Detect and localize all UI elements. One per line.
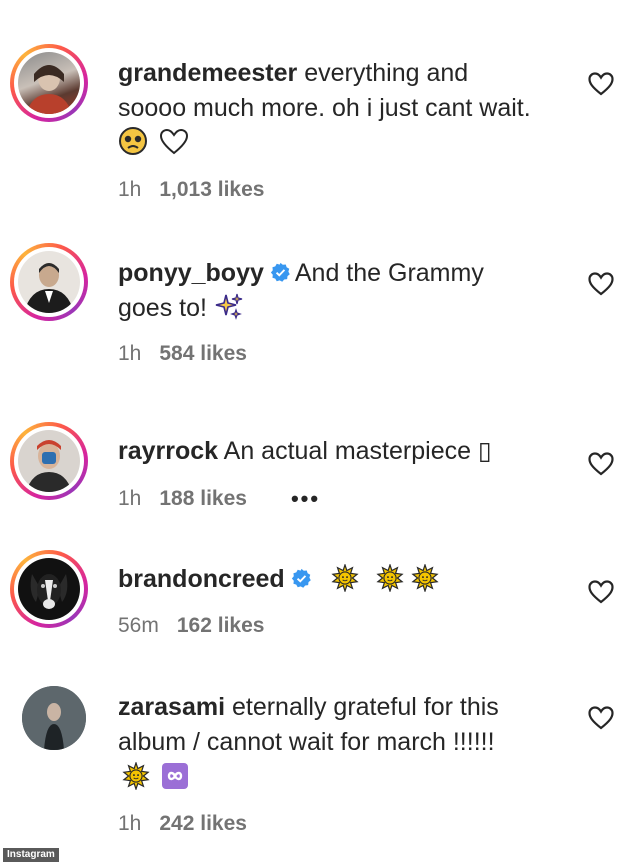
- pleading-face-icon: [119, 127, 147, 155]
- infinity-icon: [161, 763, 188, 789]
- comment-text: grandemeester everything and soooo much …: [118, 56, 538, 161]
- avatar-portrait-icon: [22, 686, 86, 750]
- avatar-story-ring[interactable]: [10, 550, 88, 628]
- comment-body: An actual masterpiece: [218, 437, 478, 465]
- avatar-portrait-icon: [26, 65, 72, 114]
- username[interactable]: brandoncreed: [118, 565, 285, 593]
- like-heart-icon[interactable]: [588, 72, 614, 96]
- username[interactable]: rayrrock: [118, 437, 218, 465]
- image-credit-label: Instagram: [3, 848, 59, 862]
- like-heart-icon[interactable]: [588, 452, 614, 476]
- avatar: [18, 52, 80, 114]
- avatar-portrait-icon: [26, 440, 72, 492]
- comment-time: 1h: [118, 487, 142, 510]
- avatar-frame: [14, 426, 84, 496]
- like-heart-icon[interactable]: [588, 580, 614, 604]
- like-heart-icon[interactable]: [588, 272, 614, 296]
- more-options-button[interactable]: •••: [291, 486, 320, 512]
- dog-avatar-icon: [30, 574, 68, 609]
- sun-with-face-icon: [122, 762, 150, 790]
- comment-meta: 1h 1,013 likes: [118, 178, 264, 202]
- white-heart-icon: [159, 128, 188, 155]
- likes-count[interactable]: 188 likes: [159, 487, 247, 511]
- comment-meta: 1h 584 likes: [118, 342, 247, 366]
- comment-meta: 1h 188 likes •••: [118, 486, 320, 512]
- avatar-frame: [14, 48, 84, 118]
- avatar-portrait-icon: [24, 263, 74, 313]
- avatar-frame: [14, 554, 84, 624]
- avatar-story-ring[interactable]: [10, 243, 88, 321]
- avatar-frame: [14, 247, 84, 317]
- sun-with-face-icon: [331, 564, 359, 592]
- likes-count[interactable]: 162 likes: [177, 614, 265, 638]
- missing-glyph: ▯: [477, 437, 492, 465]
- avatar-story-ring[interactable]: [10, 44, 88, 122]
- like-heart-icon[interactable]: [588, 706, 614, 730]
- sun-with-face-icon: [410, 564, 439, 592]
- comment-time: 1h: [118, 812, 142, 835]
- comment-time: 1h: [118, 178, 142, 201]
- avatar-no-story[interactable]: [22, 686, 86, 750]
- comment-text: rayrrock An actual masterpiece ▯: [118, 434, 538, 469]
- sparkles-icon: [215, 293, 243, 320]
- comment-text: ponyy_boyy And the Grammy goes to!: [118, 256, 538, 326]
- comment-text: zarasami eternally grateful for this alb…: [118, 690, 558, 795]
- username[interactable]: zarasami: [118, 693, 225, 721]
- avatar-story-ring[interactable]: [10, 422, 88, 500]
- comment-text: brandoncreed: [118, 562, 538, 597]
- username[interactable]: ponyy_boyy: [118, 259, 264, 287]
- likes-count[interactable]: 584 likes: [159, 342, 247, 366]
- comment-time: 56m: [118, 614, 159, 637]
- avatar: [18, 251, 80, 313]
- sun-with-face-icon: [376, 564, 404, 592]
- avatar: [18, 558, 80, 620]
- comment-meta: 1h 242 likes: [118, 812, 247, 836]
- comment-meta: 56m 162 likes: [118, 614, 264, 638]
- verified-badge-icon: [291, 568, 311, 588]
- username[interactable]: grandemeester: [118, 59, 297, 87]
- comment-time: 1h: [118, 342, 142, 365]
- avatar: [22, 686, 86, 750]
- likes-count[interactable]: 242 likes: [159, 812, 247, 836]
- avatar: [18, 430, 80, 492]
- verified-badge-icon: [270, 262, 290, 282]
- likes-count[interactable]: 1,013 likes: [159, 178, 264, 202]
